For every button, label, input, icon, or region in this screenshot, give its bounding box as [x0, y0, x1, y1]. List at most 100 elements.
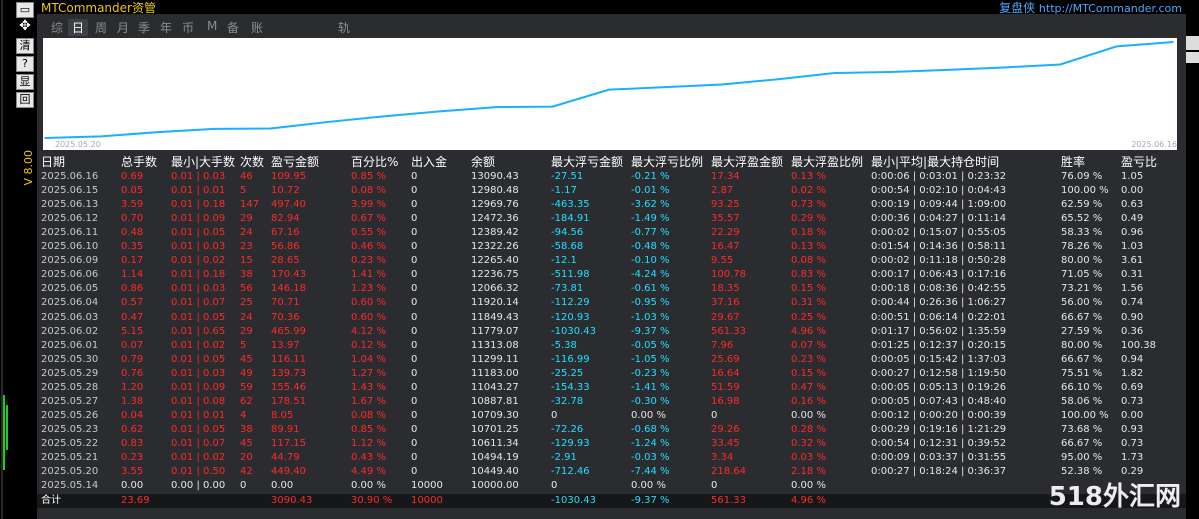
header-lots[interactable]: 总手数 [121, 154, 157, 170]
cell-winrate: 100.00 % [1061, 409, 1109, 421]
cell-date: 2025.06.01 [41, 339, 99, 351]
table-row[interactable]: 2025.06.09 0.17 0.01 | 0.02 15 28.65 0.23 % 0 1… [37, 254, 1186, 268]
header-maxfp[interactable]: 最大浮盈金额 [711, 154, 783, 170]
tab-0[interactable]: 综 [51, 19, 63, 36]
cell-maxfp: 218.64 [711, 466, 746, 478]
cell-date: 2025.06.05 [41, 283, 99, 295]
cell-hold: 0:00:19 | 0:09:44 | 1:09:00 [871, 199, 1007, 211]
table-row[interactable]: 2025.05.20 3.55 0.01 | 0.50 42 449.40 4.49 % 0… [37, 465, 1186, 479]
table-row[interactable]: 2025.06.11 0.48 0.01 | 0.05 24 67.16 0.55 % 0 1… [37, 226, 1186, 240]
equity-point-11 [664, 86, 667, 88]
header-pf[interactable]: 盈亏比 [1121, 154, 1157, 170]
header-pct[interactable]: 百分比% [351, 154, 398, 170]
cell-pct: 1.43 % [351, 381, 386, 393]
cell-pf: 0.49 [1121, 213, 1144, 225]
cell-maxfppct: 0.23 % [791, 353, 826, 365]
header-balance[interactable]: 余额 [471, 154, 495, 170]
table-row[interactable]: 2025.05.26 0.04 0.01 | 0.01 4 8.05 0.08 % 0 107… [37, 409, 1186, 423]
cell-minmax: 0.01 | 0.03 [171, 367, 226, 379]
table-row[interactable]: 2025.05.29 0.76 0.01 | 0.03 49 139.73 1.27 % 0… [37, 367, 1186, 381]
table-row[interactable]: 2025.06.15 0.05 0.01 | 0.01 5 10.72 0.08 % 0 12… [37, 184, 1186, 198]
cell-pct: 0.12 % [351, 339, 386, 351]
cell-maxfp: 29.67 [711, 311, 740, 323]
cell-maxfppct: 0.47 % [791, 381, 826, 393]
tab-8[interactable]: 备 [227, 19, 239, 36]
cell-flow: 0 [411, 311, 418, 323]
header-maxdd[interactable]: 最大浮亏金额 [551, 154, 623, 170]
cell-maxdd: -463.35 [551, 199, 590, 211]
header-count[interactable]: 次数 [240, 154, 264, 170]
cell-maxddpct: -1.05 % [631, 353, 670, 365]
cell-maxfppct: 0.31 % [791, 297, 826, 309]
table-row[interactable]: 2025.06.03 0.47 0.01 | 0.05 24 70.36 0.60 % 0 1… [37, 311, 1186, 325]
table-row[interactable]: 2025.05.14 0.00 0.00 | 0.00 0 0.00 0.00 % 1000… [37, 479, 1186, 493]
header-flow[interactable]: 出入金 [411, 154, 447, 170]
minimize-icon[interactable]: ▭ [16, 2, 34, 18]
table-row[interactable]: 2025.06.12 0.70 0.01 | 0.09 29 82.94 0.67 % 0 1… [37, 212, 1186, 226]
tab-5[interactable]: 年 [160, 19, 172, 36]
toolbar-button-display[interactable]: 显 [16, 74, 34, 90]
cell-pct: 0.67 % [351, 213, 386, 225]
cell-maxfp: 16.98 [711, 395, 740, 407]
table-row[interactable]: 2025.05.27 1.38 0.01 | 0.08 62 178.51 1.67 % 0… [37, 395, 1186, 409]
toolbar-button-clear[interactable]: 清 [16, 38, 34, 54]
cell-maxfp: 16.47 [711, 241, 740, 253]
equity-point-13 [777, 78, 779, 81]
cell-balance: 11299.11 [471, 353, 519, 365]
tab-7[interactable]: M [207, 19, 217, 33]
cell-hold: 0:00:29 | 0:19:16 | 1:21:29 [871, 423, 1007, 435]
tab-4[interactable]: 季 [138, 19, 150, 36]
cell-pnl: 67.16 [271, 227, 300, 239]
cell-minmax: 0.01 | 0.18 [171, 269, 226, 281]
table-row[interactable]: 2025.05.23 0.62 0.01 | 0.05 38 89.91 0.85 % 0 1… [37, 423, 1186, 437]
header-maxddpct[interactable]: 最大浮亏比例 [631, 154, 703, 170]
table-row[interactable]: 2025.06.13 3.59 0.01 | 0.18 147 497.40 3.99 %… [37, 198, 1186, 212]
header-winrate[interactable]: 胜率 [1061, 154, 1085, 170]
tab-3[interactable]: 月 [117, 19, 129, 36]
equity-point-18 [1059, 63, 1061, 66]
cell-maxfppct: 0.07 % [791, 339, 826, 351]
table-row[interactable]: 2025.06.01 0.07 0.01 | 0.02 5 13.97 0.12 % 0 11… [37, 339, 1186, 353]
cell-count: 38 [240, 269, 253, 281]
table-row[interactable]: 2025.06.05 0.86 0.01 | 0.03 56 146.18 1.23 % 0… [37, 282, 1186, 296]
table-row[interactable]: 2025.05.28 1.20 0.01 | 0.09 59 155.46 1.43 % 0… [37, 381, 1186, 395]
header-date[interactable]: 日期 [41, 154, 65, 170]
table-row[interactable]: 2025.06.02 5.15 0.01 | 0.65 29 465.99 4.12 % 0… [37, 325, 1186, 339]
scroll-up-icon[interactable] [1186, 36, 1199, 50]
cell-maxfppct: 0.73 % [791, 199, 826, 211]
cell-pnl: 465.99 [271, 325, 306, 337]
scroll-thumb[interactable] [1186, 52, 1199, 63]
cell-lots: 1.20 [121, 381, 144, 393]
cell-flow: 0 [411, 283, 418, 295]
header-hold[interactable]: 最小|平均|最大持仓时间 [871, 154, 999, 170]
table-row[interactable]: 2025.06.06 1.14 0.01 | 0.18 38 170.43 1.41 % 0… [37, 268, 1186, 282]
cell-hold: 0:00:18 | 0:08:36 | 0:42:55 [871, 283, 1007, 295]
cell-maxdd: -129.93 [551, 437, 590, 449]
table-row[interactable]: 2025.06.10 0.35 0.01 | 0.03 23 56.86 0.46 % 0 1… [37, 240, 1186, 254]
move-icon[interactable]: ✥ [16, 19, 34, 35]
cell-pf: 0.73 [1121, 395, 1144, 407]
equity-point-14 [833, 72, 836, 74]
toolbar-button-back[interactable]: 回 [16, 92, 34, 108]
cell-pct: 0.08 % [351, 185, 386, 197]
tab-6[interactable]: 币 [182, 19, 194, 36]
cell-pct: 0.60 % [351, 297, 386, 309]
table-row[interactable]: 2025.05.21 0.23 0.01 | 0.02 20 44.79 0.43 % 0 1… [37, 451, 1186, 465]
cell-date: 2025.05.14 [41, 480, 99, 492]
toolbar-button-help[interactable]: ? [16, 56, 34, 72]
header-maxfppct[interactable]: 最大浮盈比例 [791, 154, 863, 170]
tab-2[interactable]: 周 [95, 19, 107, 36]
cell-pnl: 155.46 [271, 381, 306, 393]
table-row[interactable]: 2025.05.30 0.79 0.01 | 0.05 45 116.11 1.04 % 0… [37, 353, 1186, 367]
cell-balance: 12236.75 [471, 269, 519, 281]
cell-lots: 0.07 [121, 339, 144, 351]
table-row[interactable]: 2025.05.22 0.83 0.01 | 0.07 45 117.15 1.12 % 0… [37, 437, 1186, 451]
table-row[interactable]: 2025.06.16 0.69 0.01 | 0.03 46 109.95 0.85 % 0… [37, 170, 1186, 184]
cell-winrate: 58.06 % [1061, 395, 1103, 407]
cell-hold: 0:00:27 | 0:18:24 | 0:36:37 [871, 466, 1007, 478]
cell-lots: 3.59 [121, 199, 144, 211]
header-minmax[interactable]: 最小|大手数 [171, 154, 235, 170]
tab-1[interactable]: 日 [68, 19, 89, 36]
table-row[interactable]: 2025.06.04 0.57 0.01 | 0.07 25 70.71 0.60 % 0 1… [37, 296, 1186, 310]
header-pnl[interactable]: 盈亏金额 [271, 154, 319, 170]
